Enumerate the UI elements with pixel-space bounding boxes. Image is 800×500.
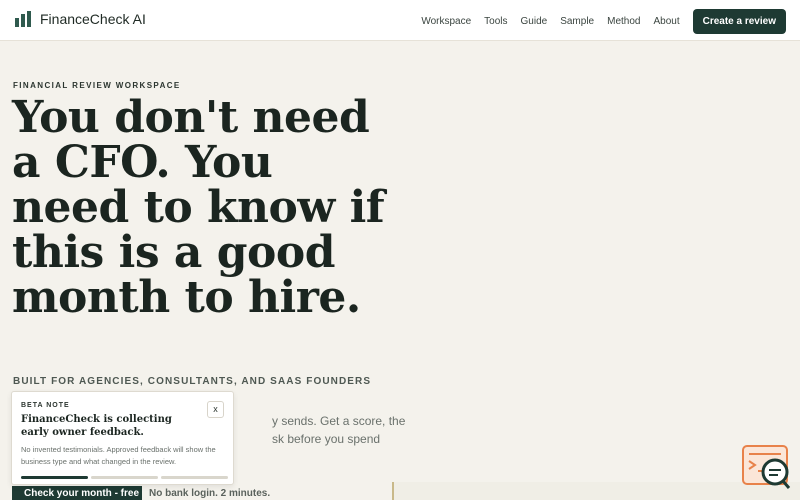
progress-segment-1 (21, 476, 88, 479)
sample-panel (392, 482, 800, 500)
progress-segment-3 (161, 476, 228, 479)
nav-tools[interactable]: Tools (484, 16, 507, 27)
brand[interactable]: FinanceCheck AI (14, 10, 146, 28)
bar-chart-icon (15, 11, 31, 27)
reassurance-text: No bank login. 2 minutes. (149, 488, 271, 499)
hero-lead-line-2: sk before you spend (272, 432, 381, 446)
search-chat-icon[interactable] (741, 444, 791, 490)
nav-method[interactable]: Method (607, 16, 640, 27)
hero-lead-line-1: y sends. Get a score, the (272, 414, 406, 428)
close-button[interactable]: x (207, 401, 224, 418)
nav-guide[interactable]: Guide (521, 16, 548, 27)
hero-eyebrow: FINANCIAL REVIEW WORKSPACE (13, 81, 181, 90)
hero-headline: You don't need a CFO. You need to know i… (12, 92, 385, 323)
beta-note-body: No invented testimonials. Approved feedb… (21, 445, 216, 466)
beta-note-label: BETA NOTE (21, 402, 70, 409)
create-review-button[interactable]: Create a review (692, 9, 786, 34)
nav-about[interactable]: About (653, 16, 679, 27)
check-month-button[interactable]: Check your month - free (12, 486, 142, 500)
nav-sample[interactable]: Sample (560, 16, 594, 27)
site-header: FinanceCheck AI Workspace Tools Guide Sa… (0, 0, 800, 41)
beta-note-title: FinanceCheck is collecting early owner f… (21, 414, 172, 438)
beta-note-popup: BETA NOTE FinanceCheck is collecting ear… (11, 391, 234, 485)
nav-workspace[interactable]: Workspace (421, 16, 471, 27)
main-nav: Workspace Tools Guide Sample Method Abou… (421, 9, 786, 34)
brand-name: FinanceCheck AI (40, 11, 146, 27)
hero-subhead: BUILT FOR AGENCIES, CONSULTANTS, AND SAA… (13, 376, 372, 387)
progress-segment-2 (91, 476, 158, 479)
beta-note-progress (21, 476, 231, 479)
